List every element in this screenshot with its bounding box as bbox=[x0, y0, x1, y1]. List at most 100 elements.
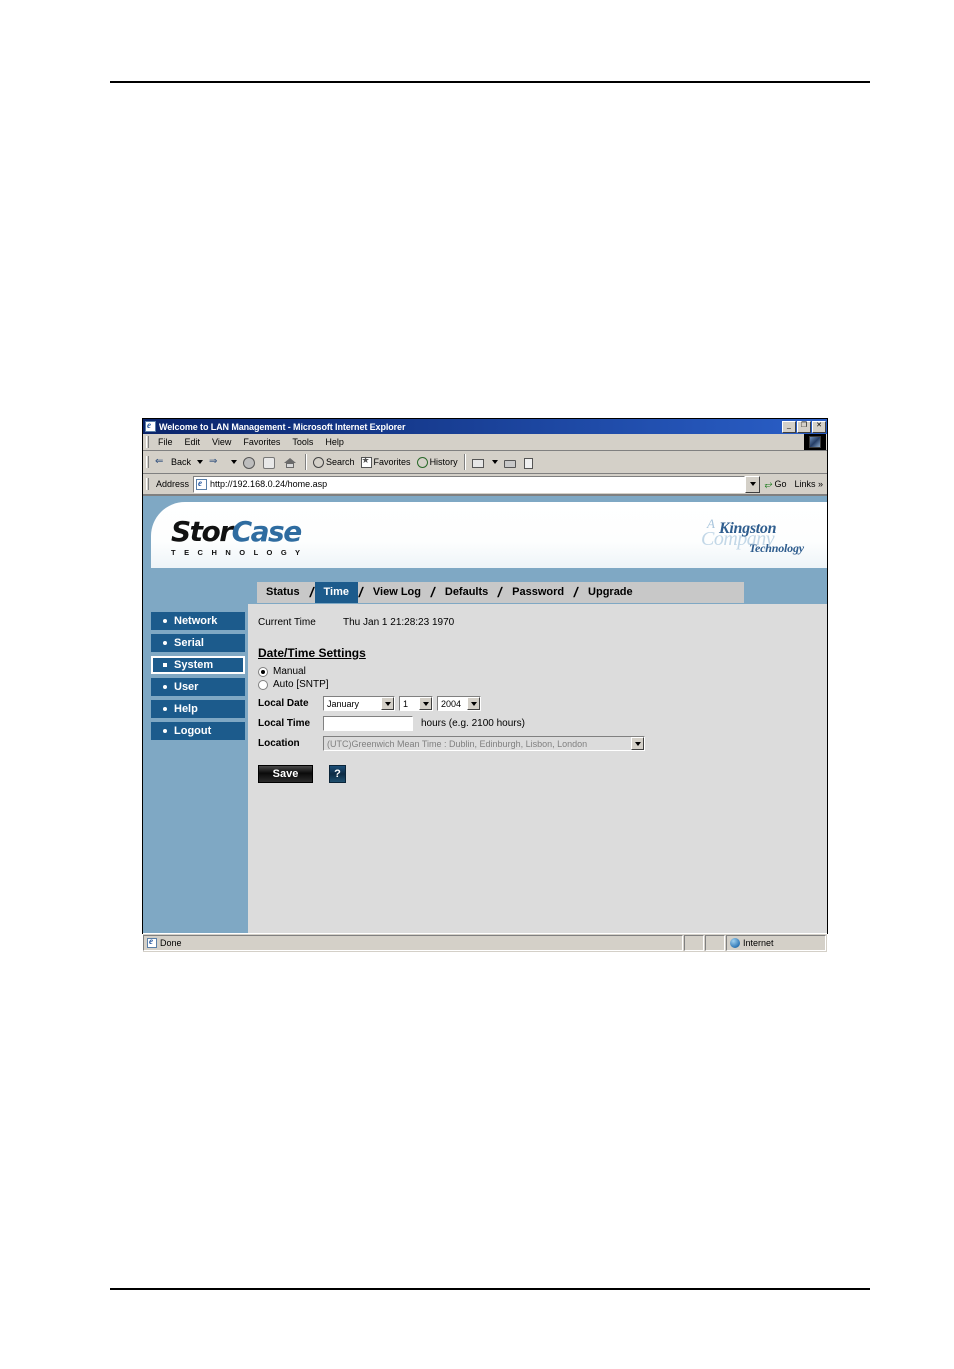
kingston-technology-word: Technology bbox=[749, 541, 804, 555]
sidebar-item-network[interactable]: Network bbox=[151, 612, 245, 630]
stop-button[interactable] bbox=[240, 456, 260, 469]
help-button[interactable]: ? bbox=[329, 765, 346, 783]
current-time-value: Thu Jan 1 21:28:23 1970 bbox=[343, 617, 455, 628]
back-dropdown-button[interactable] bbox=[194, 460, 206, 464]
arrow-left-icon: ⇐ bbox=[155, 456, 164, 467]
radio-manual-row[interactable]: Manual bbox=[258, 666, 827, 677]
tab-defaults[interactable]: Defaults bbox=[436, 582, 497, 603]
month-dropdown-button[interactable] bbox=[381, 697, 394, 710]
refresh-button[interactable] bbox=[260, 456, 280, 469]
kingston-wordmark: Kingston bbox=[719, 520, 777, 537]
back-button[interactable]: ⇐ Back bbox=[152, 455, 194, 469]
tab-upgrade[interactable]: Upgrade bbox=[579, 582, 642, 603]
search-icon bbox=[313, 457, 325, 468]
menu-file[interactable]: File bbox=[152, 437, 179, 447]
local-date-row: Local Date January 1 2004 bbox=[258, 696, 827, 711]
search-button[interactable]: Search bbox=[310, 456, 358, 468]
forward-button[interactable]: ⇒ bbox=[206, 455, 228, 469]
edit-button[interactable] bbox=[521, 456, 538, 469]
tab-password[interactable]: Password bbox=[503, 582, 573, 603]
menu-favorites[interactable]: Favorites bbox=[237, 437, 286, 447]
datetime-form: Local Date January 1 2004 Local Time hou… bbox=[258, 696, 827, 751]
location-dropdown-button[interactable] bbox=[631, 737, 644, 750]
printer-icon bbox=[503, 460, 516, 468]
sidebar-item-help[interactable]: Help bbox=[151, 700, 245, 718]
favorites-button[interactable]: Favorites bbox=[358, 455, 414, 468]
site-banner: StorCase T E C H N O L O G Y Company A K… bbox=[143, 496, 827, 582]
main-content: Current Time Thu Jan 1 21:28:23 1970 Dat… bbox=[248, 604, 827, 933]
radio-manual[interactable] bbox=[258, 666, 268, 677]
page-icon bbox=[147, 936, 157, 948]
address-history-dropdown[interactable] bbox=[745, 475, 761, 493]
security-zone-panel: Internet bbox=[726, 935, 826, 951]
day-value: 1 bbox=[403, 698, 409, 709]
navigation-toolbar: ⇐ Back ⇒ Search Favorites History bbox=[143, 451, 827, 474]
close-button[interactable]: ✕ bbox=[812, 420, 826, 433]
sidebar-nav: Network Serial System User Help Logout bbox=[143, 604, 248, 933]
restore-button[interactable]: ❐ bbox=[797, 420, 811, 433]
tab-status[interactable]: Status bbox=[257, 582, 309, 603]
print-button[interactable] bbox=[501, 456, 521, 468]
day-dropdown-button[interactable] bbox=[419, 697, 432, 710]
radio-auto-sntp-row[interactable]: Auto [SNTP] bbox=[258, 679, 827, 690]
menu-view[interactable]: View bbox=[206, 437, 237, 447]
radio-auto-sntp-label: Auto [SNTP] bbox=[273, 679, 329, 690]
menu-tools[interactable]: Tools bbox=[286, 437, 319, 447]
mail-button[interactable] bbox=[469, 456, 489, 468]
go-label: Go bbox=[774, 479, 787, 489]
page-icon bbox=[196, 478, 208, 490]
address-bar: Address http://192.168.0.24/home.asp ⥂ G… bbox=[143, 474, 827, 495]
chevron-down-icon bbox=[470, 701, 477, 706]
address-input[interactable]: http://192.168.0.24/home.asp bbox=[193, 475, 746, 493]
sidebar-item-label: Serial bbox=[174, 637, 204, 649]
go-button[interactable]: ⥂ Go bbox=[760, 479, 790, 490]
location-select[interactable]: (UTC)Greenwich Mean Time : Dublin, Edinb… bbox=[323, 736, 645, 751]
toolbar-separator bbox=[305, 454, 308, 470]
sidebar-item-label: System bbox=[174, 659, 214, 671]
page-header-rule bbox=[110, 81, 870, 83]
year-dropdown-button[interactable] bbox=[467, 697, 480, 710]
local-time-row: Local Time hours (e.g. 2100 hours) bbox=[258, 716, 827, 731]
address-grip[interactable] bbox=[146, 478, 149, 490]
forward-dropdown-button[interactable] bbox=[228, 460, 240, 464]
sidebar-item-serial[interactable]: Serial bbox=[151, 634, 245, 652]
page-body: Network Serial System User Help Logout C… bbox=[143, 604, 827, 933]
mail-dropdown-button[interactable] bbox=[489, 460, 501, 464]
links-button[interactable]: Links » bbox=[790, 479, 827, 489]
minimize-button[interactable]: _ bbox=[782, 420, 796, 433]
history-button[interactable]: History bbox=[414, 456, 461, 468]
local-time-input[interactable] bbox=[323, 716, 413, 731]
menu-edit[interactable]: Edit bbox=[179, 437, 207, 447]
tab-time[interactable]: Time bbox=[314, 582, 358, 603]
refresh-icon bbox=[263, 456, 276, 469]
arrow-right-icon: ⇒ bbox=[209, 456, 218, 467]
form-actions: Save ? bbox=[258, 765, 827, 783]
tab-view-log[interactable]: View Log bbox=[364, 582, 430, 603]
storcase-logo: StorCase T E C H N O L O G Y bbox=[171, 518, 303, 557]
month-select[interactable]: January bbox=[323, 696, 395, 711]
status-message: Done bbox=[160, 938, 182, 948]
back-label: Back bbox=[171, 457, 192, 467]
browser-window: Welcome to LAN Management - Microsoft In… bbox=[142, 418, 828, 952]
radio-auto-sntp[interactable] bbox=[258, 679, 268, 690]
sidebar-item-system[interactable]: System bbox=[151, 656, 245, 674]
day-select[interactable]: 1 bbox=[399, 696, 433, 711]
tab-list: Status / Time / View Log / Defaults / Pa… bbox=[257, 582, 744, 603]
local-time-label: Local Time bbox=[258, 718, 311, 729]
location-value: (UTC)Greenwich Mean Time : Dublin, Edinb… bbox=[327, 738, 588, 749]
chevron-down-icon bbox=[384, 701, 391, 706]
menu-grip[interactable] bbox=[146, 436, 149, 448]
sidebar-item-label: Network bbox=[174, 615, 218, 627]
address-value: http://192.168.0.24/home.asp bbox=[210, 479, 328, 489]
home-button[interactable] bbox=[280, 455, 302, 469]
sidebar-item-logout[interactable]: Logout bbox=[151, 722, 245, 740]
mail-icon bbox=[471, 459, 484, 468]
address-label: Address bbox=[156, 479, 190, 489]
year-select[interactable]: 2004 bbox=[437, 696, 481, 711]
bullet-icon bbox=[163, 619, 167, 623]
sidebar-item-user[interactable]: User bbox=[151, 678, 245, 696]
save-button[interactable]: Save bbox=[258, 765, 313, 783]
location-label: Location bbox=[258, 738, 300, 749]
menu-help[interactable]: Help bbox=[319, 437, 350, 447]
toolbar-grip[interactable] bbox=[146, 456, 149, 468]
